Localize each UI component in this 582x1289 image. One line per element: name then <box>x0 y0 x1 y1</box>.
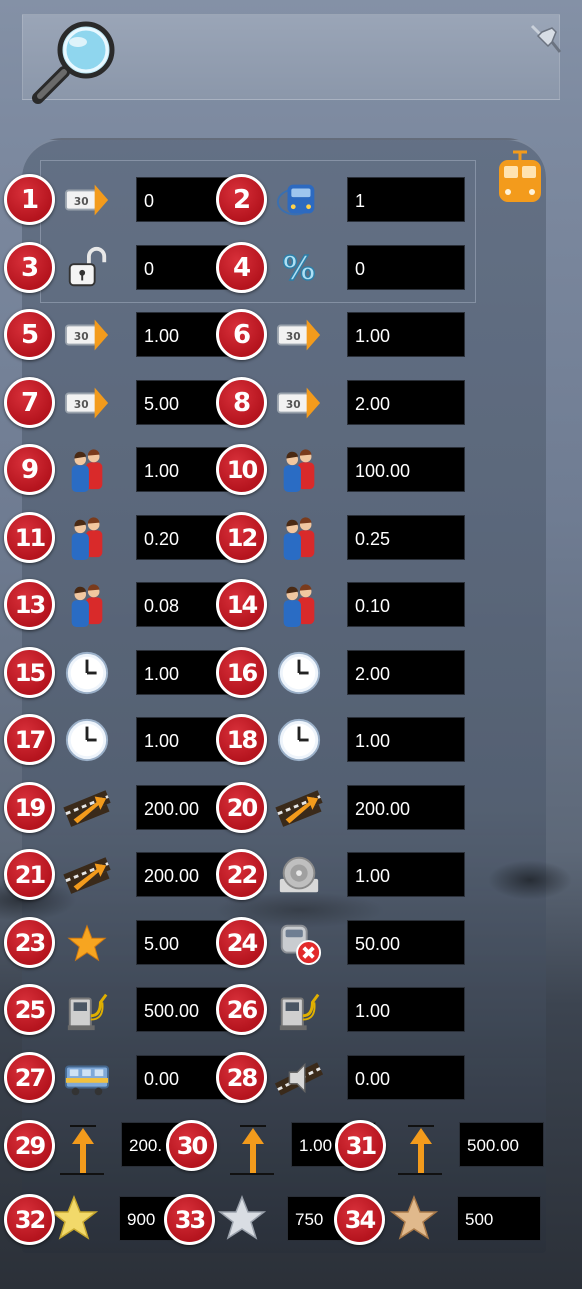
height-arrow-icon <box>228 1120 276 1178</box>
property-number-badge: 18 <box>216 714 267 765</box>
track-sound-icon <box>274 1055 324 1101</box>
property-number-badge: 16 <box>216 647 267 698</box>
property-number-badge: 30 <box>166 1120 217 1171</box>
property-number-badge: 3 <box>4 242 55 293</box>
value-field-8[interactable]: 2.00 <box>347 380 465 425</box>
track-arrow-icon <box>62 852 112 898</box>
property-number-badge: 5 <box>4 309 55 360</box>
value-field-20[interactable]: 200.00 <box>347 785 465 830</box>
property-number-badge: 9 <box>4 444 55 495</box>
property-number-badge: 20 <box>216 782 267 833</box>
value-field-12[interactable]: 0.25 <box>347 515 465 560</box>
property-number-badge: 7 <box>4 377 55 428</box>
speaker-icon <box>274 852 324 898</box>
passengers-icon <box>274 515 324 561</box>
value-field-2[interactable]: 1 <box>347 177 465 222</box>
height-arrow-icon <box>58 1120 106 1178</box>
value-field-31[interactable]: 500.00 <box>459 1122 544 1167</box>
property-number-badge: 26 <box>216 984 267 1035</box>
property-number-badge: 22 <box>216 849 267 900</box>
star-icon <box>62 920 112 966</box>
property-number-badge: 23 <box>4 917 55 968</box>
property-number-badge: 33 <box>164 1194 215 1245</box>
property-number-badge: 2 <box>216 174 267 225</box>
passengers-icon <box>62 447 112 493</box>
property-number-badge: 14 <box>216 579 267 630</box>
value-field-28[interactable]: 0.00 <box>347 1055 465 1100</box>
value-field-24[interactable]: 50.00 <box>347 920 465 965</box>
clock-icon <box>62 650 112 696</box>
wagon-icon <box>62 1055 112 1101</box>
property-number-badge: 28 <box>216 1052 267 1103</box>
property-number-badge: 10 <box>216 444 267 495</box>
property-number-badge: 17 <box>4 714 55 765</box>
value-field-34[interactable]: 500 <box>457 1196 541 1241</box>
property-number-badge: 21 <box>4 849 55 900</box>
property-number-badge: 15 <box>4 647 55 698</box>
speed-sign-icon <box>62 312 112 358</box>
speed-sign-icon <box>274 380 324 426</box>
passengers-icon <box>62 582 112 628</box>
property-number-badge: 19 <box>4 782 55 833</box>
property-number-badge: 8 <box>216 377 267 428</box>
property-number-badge: 27 <box>4 1052 55 1103</box>
speed-sign-icon <box>62 380 112 426</box>
property-number-badge: 34 <box>334 1194 385 1245</box>
speed-sign-icon <box>274 312 324 358</box>
property-number-badge: 25 <box>4 984 55 1035</box>
gold-star-icon <box>50 1194 98 1242</box>
fuel-pump-icon <box>62 987 112 1033</box>
passengers-icon <box>274 447 324 493</box>
train-icon <box>497 150 543 208</box>
bronze-star-icon <box>390 1194 438 1242</box>
value-field-26[interactable]: 1.00 <box>347 987 465 1032</box>
passengers-icon <box>62 515 112 561</box>
property-number-badge: 1 <box>4 174 55 225</box>
value-field-10[interactable]: 100.00 <box>347 447 465 492</box>
value-field-18[interactable]: 1.00 <box>347 717 465 762</box>
lock-open-icon <box>62 245 112 291</box>
track-arrow-icon <box>274 785 324 831</box>
property-number-badge: 24 <box>216 917 267 968</box>
value-field-4[interactable]: 0 <box>347 245 465 290</box>
train-front-icon <box>274 177 324 223</box>
percent-icon <box>274 245 324 291</box>
value-field-6[interactable]: 1.00 <box>347 312 465 357</box>
pin-icon[interactable] <box>526 20 564 58</box>
property-number-badge: 4 <box>216 242 267 293</box>
speed-sign-icon <box>62 177 112 223</box>
clock-icon <box>274 717 324 763</box>
property-number-badge: 12 <box>216 512 267 563</box>
value-field-22[interactable]: 1.00 <box>347 852 465 897</box>
height-arrow-icon <box>396 1120 444 1178</box>
magnifier-icon[interactable] <box>28 20 124 108</box>
property-number-badge: 29 <box>4 1120 55 1171</box>
passengers-icon <box>274 582 324 628</box>
track-arrow-icon <box>62 785 112 831</box>
silver-star-icon <box>218 1194 266 1242</box>
property-number-badge: 32 <box>4 1194 55 1245</box>
clock-icon <box>62 717 112 763</box>
value-field-14[interactable]: 0.10 <box>347 582 465 627</box>
property-number-badge: 6 <box>216 309 267 360</box>
property-number-badge: 11 <box>4 512 55 563</box>
clock-icon <box>274 650 324 696</box>
property-number-badge: 31 <box>335 1120 386 1171</box>
train-remove-icon <box>274 920 324 966</box>
fuel-pump-icon <box>274 987 324 1033</box>
property-number-badge: 13 <box>4 579 55 630</box>
value-field-16[interactable]: 2.00 <box>347 650 465 695</box>
